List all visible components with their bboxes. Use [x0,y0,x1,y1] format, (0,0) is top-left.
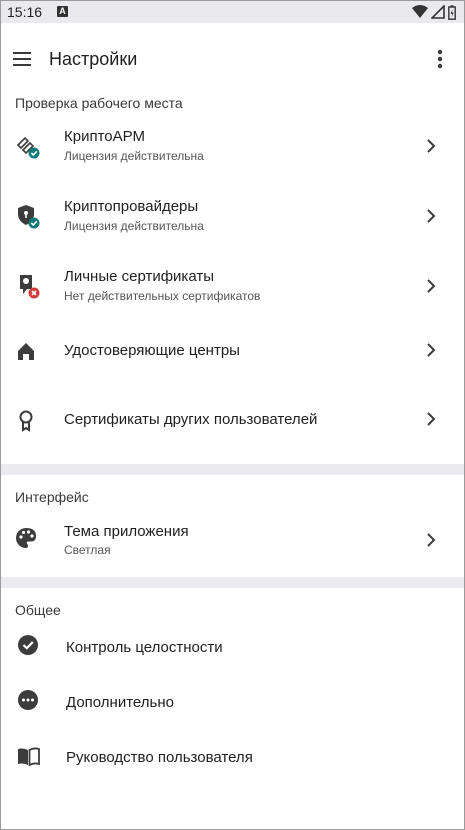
item-title: Контроль целостности [66,639,223,656]
settings-item-personal-certificates[interactable]: Личные сертификаты Нет действительных се… [1,251,464,321]
settings-item-additional[interactable]: Дополнительно [1,674,464,729]
section-divider [1,577,464,588]
notification-icon: A [57,6,68,17]
settings-item-other-users-certificates[interactable]: Сертификаты других пользователей [1,391,464,461]
settings-item-app-theme[interactable]: Тема приложения Светлая [1,505,464,575]
item-subtitle: Светлая [64,543,111,557]
chevron-right-icon [427,533,436,547]
app-window: 15:16 A Настройки Проверка рабочего мест… [0,0,465,830]
status-icons [412,4,456,20]
status-time: 15:16 [7,4,43,20]
item-subtitle: Нет действительных сертификатов [64,289,261,303]
cryptoarm-icon [16,136,40,159]
section-title-general: Общее [15,602,61,618]
item-title: Удостоверяющие центры [64,342,240,359]
certificate-user-icon [20,275,40,299]
item-title: Дополнительно [66,694,174,711]
page-title: Настройки [49,49,138,69]
settings-item-user-guide[interactable]: Руководство пользователя [1,729,464,784]
section-divider [1,464,464,475]
chevron-right-icon [427,343,436,357]
settings-item-cryptoproviders[interactable]: Криптопровайдеры Лицензия действительна [1,181,464,251]
section-title-workplace: Проверка рабочего места [15,95,183,111]
item-title: КриптоАРМ [64,128,145,145]
battery-icon [448,4,456,20]
chevron-right-icon [427,209,436,223]
check-circle-icon [18,635,38,655]
item-title: Тема приложения [64,523,189,540]
book-open-icon [18,747,40,767]
status-bar: 15:16 A [1,1,464,23]
palette-icon [16,528,36,548]
wifi-icon [412,5,428,18]
item-title: Руководство пользователя [66,749,253,766]
signal-icon [431,5,445,19]
menu-icon[interactable] [11,47,35,71]
home-icon [18,343,34,360]
section-title-interface: Интерфейс [15,489,89,505]
app-bar: Настройки [1,23,464,95]
award-icon [19,410,33,432]
shield-lock-icon [18,205,40,229]
more-options-icon[interactable] [430,47,450,71]
settings-item-cryptoarm[interactable]: КриптоАРМ Лицензия действительна [1,111,464,181]
chevron-right-icon [427,139,436,153]
chevron-right-icon [427,279,436,293]
item-subtitle: Лицензия действительна [64,219,204,233]
item-title: Криптопровайдеры [64,198,199,215]
settings-item-integrity-control[interactable]: Контроль целостности [1,619,464,674]
item-title: Сертификаты других пользователей [64,411,318,428]
more-horizontal-icon [18,690,38,710]
chevron-right-icon [427,412,436,426]
settings-item-certificate-authorities[interactable]: Удостоверяющие центры [1,321,464,391]
item-subtitle: Лицензия действительна [64,149,204,163]
item-title: Личные сертификаты [64,268,214,285]
